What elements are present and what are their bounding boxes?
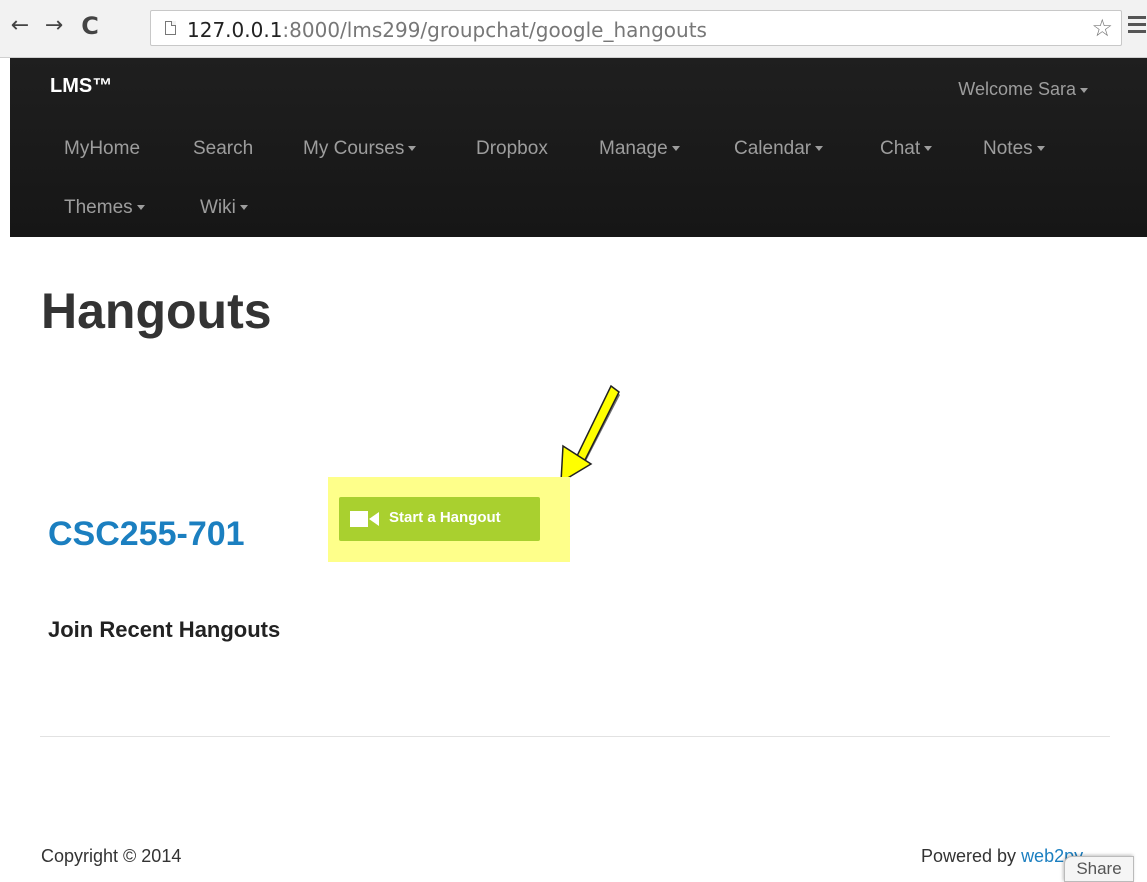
annotation-arrow-icon: [560, 384, 620, 484]
nav-label: Manage: [599, 138, 668, 159]
nav-calendar[interactable]: Calendar: [734, 138, 824, 160]
caret-down-icon: [239, 205, 248, 211]
frame-edge: [0, 58, 10, 882]
nav-myhome[interactable]: MyHome: [64, 138, 140, 160]
hamburger-menu-icon[interactable]: [1128, 14, 1146, 38]
brand-logo[interactable]: LMS™: [50, 75, 112, 98]
star-icon[interactable]: ☆: [1091, 14, 1113, 42]
copyright-text: Copyright © 2014: [41, 846, 182, 866]
nav-label: Search: [193, 138, 254, 159]
url-text[interactable]: 127.0.0.1:8000/lms299/groupchat/google_h…: [187, 18, 707, 42]
browser-toolbar: ← → C 127.0.0.1:8000/lms299/groupchat/go…: [0, 0, 1147, 58]
nav-label: Chat: [880, 138, 921, 159]
caret-down-icon: [1080, 87, 1088, 93]
nav-manage[interactable]: Manage: [599, 138, 680, 160]
caret-down-icon: [671, 146, 680, 152]
reload-icon[interactable]: C: [78, 14, 102, 38]
powered-by-label: Powered by: [921, 846, 1022, 866]
page-title: Hangouts: [41, 283, 272, 339]
start-hangout-button[interactable]: Start a Hangout: [339, 497, 540, 541]
nav-label: MyHome: [64, 138, 141, 159]
share-button[interactable]: Share: [1064, 856, 1134, 882]
powered-by: Powered by web2py: [921, 846, 1083, 867]
nav-label: Dropbox: [476, 138, 548, 159]
nav-chat[interactable]: Chat: [880, 138, 933, 160]
address-bar[interactable]: 127.0.0.1:8000/lms299/groupchat/google_h…: [150, 10, 1122, 46]
nav-label: Calendar: [734, 138, 812, 159]
nav-notes[interactable]: Notes: [983, 138, 1045, 160]
nav-themes[interactable]: Themes: [64, 197, 145, 219]
user-menu[interactable]: Welcome Sara: [958, 79, 1088, 100]
caret-down-icon: [924, 146, 933, 152]
nav-label: Notes: [983, 138, 1033, 159]
nav-search[interactable]: Search: [193, 138, 253, 160]
nav-dropbox[interactable]: Dropbox: [476, 138, 548, 160]
start-hangout-label: Start a Hangout: [389, 509, 501, 526]
nav-label: Themes: [64, 197, 133, 218]
recent-hangouts-heading: Join Recent Hangouts: [48, 617, 281, 642]
video-camera-icon: [350, 511, 379, 527]
divider: [40, 736, 1110, 737]
nav-label: My Courses: [303, 138, 405, 159]
welcome-label: Welcome Sara: [958, 79, 1076, 99]
caret-down-icon: [136, 205, 145, 211]
nav-label: Wiki: [200, 197, 236, 218]
caret-down-icon: [1036, 146, 1045, 152]
nav-wiki[interactable]: Wiki: [200, 197, 248, 219]
forward-arrow-icon[interactable]: →: [42, 14, 66, 38]
caret-down-icon: [815, 146, 824, 152]
caret-down-icon: [408, 146, 417, 152]
page-icon: [165, 21, 176, 35]
back-arrow-icon[interactable]: ←: [8, 14, 32, 38]
site-navbar: LMS™ Welcome Sara MyHome Search My Cours…: [10, 58, 1147, 237]
nav-my-courses[interactable]: My Courses: [303, 138, 417, 160]
course-link[interactable]: CSC255-701: [48, 515, 245, 554]
